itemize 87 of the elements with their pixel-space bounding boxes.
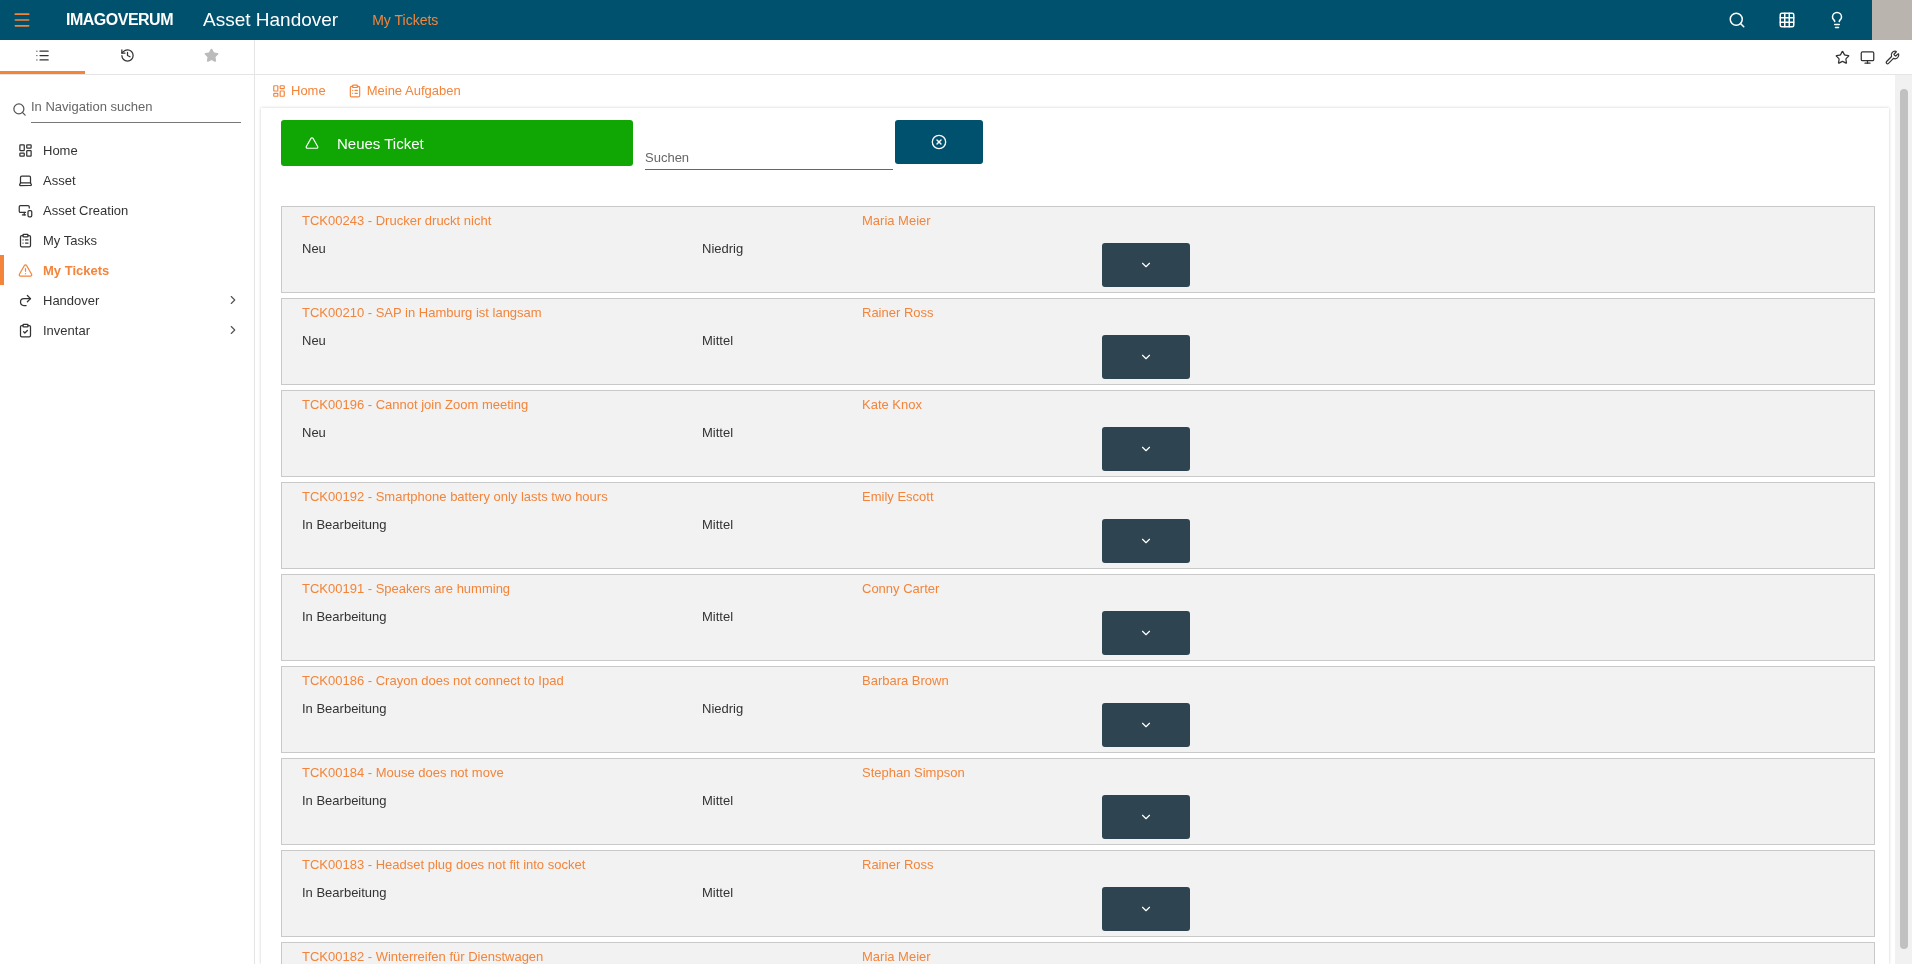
nav-item[interactable]: Asset Creation — [0, 195, 254, 225]
expand-button[interactable] — [1102, 795, 1190, 839]
clipboard-icon — [347, 83, 362, 98]
ticket-status: In Bearbeitung — [302, 700, 388, 716]
ticket-priority: Mittel — [702, 884, 735, 900]
redo-icon — [18, 292, 33, 308]
ticket-priority: Mittel — [702, 792, 735, 808]
menu-icon — [12, 10, 32, 30]
star-icon — [1835, 49, 1850, 65]
app-title: Asset Handover — [203, 9, 339, 31]
ticket-priority: Niedrig — [702, 240, 745, 256]
assignee-name[interactable]: Maria Meier — [862, 212, 1102, 228]
ticket-title[interactable]: TCK00210 - SAP in Hamburg ist langsam — [302, 304, 862, 320]
expand-button[interactable] — [1102, 887, 1190, 931]
nav-item[interactable]: Handover — [0, 285, 254, 315]
warning-icon — [18, 262, 33, 278]
monitor-button[interactable] — [1860, 49, 1875, 65]
nav-item[interactable]: My Tickets — [0, 255, 254, 285]
breadcrumb-link[interactable]: Home — [272, 83, 326, 98]
assignee-name[interactable]: Emily Escott — [862, 488, 1102, 504]
search-button[interactable] — [1728, 11, 1746, 29]
nav-item[interactable]: Home — [0, 135, 254, 165]
search-icon — [1728, 11, 1746, 29]
ticket-priority: Mittel — [702, 608, 735, 624]
expand-button[interactable] — [1102, 703, 1190, 747]
assignee-name[interactable]: Rainer Ross — [862, 856, 1102, 872]
grid-icon — [1778, 11, 1796, 29]
assignee-name[interactable]: Maria Meier — [862, 948, 1102, 964]
nav-item[interactable]: Inventar — [0, 315, 254, 345]
expand-button[interactable] — [1102, 243, 1190, 287]
star-icon — [204, 48, 220, 63]
expand-button[interactable] — [1102, 427, 1190, 471]
ticket-status: Neu — [302, 332, 327, 348]
ticket-status: Neu — [302, 240, 327, 256]
ticket-title[interactable]: TCK00183 - Headset plug does not fit into socket — [302, 856, 862, 872]
assignee-name[interactable]: Stephan Simpson — [862, 764, 1102, 780]
assignee-name[interactable]: Kate Knox — [862, 396, 1102, 412]
ticket-title[interactable]: TCK00243 - Drucker druckt nicht — [302, 212, 862, 228]
page-title: My Tickets — [372, 12, 439, 28]
clipboard-icon — [18, 232, 33, 248]
ticket-priority: Niedrig — [702, 700, 745, 716]
apps-button[interactable] — [1778, 11, 1796, 29]
monitor-icon — [18, 202, 33, 218]
monitor-icon — [1860, 49, 1875, 65]
expand-button[interactable] — [1102, 611, 1190, 655]
dashboard-icon — [18, 142, 33, 158]
assignee-name[interactable]: Rainer Ross — [862, 304, 1102, 320]
ticket-priority: Mittel — [702, 424, 735, 440]
ticket-priority: Mittel — [702, 332, 735, 348]
breadcrumb-label[interactable]: Meine Aufgaben — [366, 83, 461, 98]
ticket-status: In Bearbeitung — [302, 516, 388, 532]
ticket-priority: Mittel — [702, 516, 735, 532]
expand-button[interactable] — [1102, 519, 1190, 563]
breadcrumb-label[interactable]: Home — [291, 83, 326, 98]
clear-button[interactable] — [895, 120, 983, 164]
favorite-button[interactable] — [1835, 49, 1850, 65]
ticket-status: In Bearbeitung — [302, 792, 388, 808]
nav-item[interactable]: My Tasks — [0, 225, 254, 255]
history-icon — [119, 48, 135, 63]
expand-button[interactable] — [1102, 335, 1190, 379]
ticket-status: Neu — [302, 424, 327, 440]
ticket-title[interactable]: TCK00191 - Speakers are humming — [302, 580, 862, 596]
clipboard-check-icon — [18, 322, 33, 338]
dashboard-icon — [272, 83, 286, 98]
scrollbar[interactable] — [1895, 75, 1912, 964]
avatar-placeholder[interactable] — [1872, 0, 1912, 40]
menu-button[interactable] — [12, 10, 32, 30]
ticket-status: In Bearbeitung — [302, 884, 388, 900]
search-icon — [12, 101, 27, 117]
ticket-title[interactable]: TCK00192 - Smartphone battery only lasts two hours — [302, 488, 862, 504]
ticket-title[interactable]: TCK00196 - Cannot join Zoom meeting — [302, 396, 862, 412]
assignee-name[interactable]: Conny Carter — [862, 580, 1102, 596]
nav-item[interactable]: Asset — [0, 165, 254, 195]
assignee-name[interactable]: Barbara Brown — [862, 672, 1102, 688]
ticket-title[interactable]: TCK00184 - Mouse does not move — [302, 764, 862, 780]
settings-button[interactable] — [1885, 49, 1900, 65]
new-ticket-button[interactable]: Neues Ticket — [281, 120, 633, 166]
ticket-status: In Bearbeitung — [302, 608, 388, 624]
ticket-title[interactable]: TCK00186 - Crayon does not connect to Ipad — [302, 672, 862, 688]
logo: IMAGOVERUM — [66, 11, 173, 29]
breadcrumb-link[interactable]: Meine Aufgaben — [347, 83, 461, 98]
ticket-title[interactable]: TCK00182 - Winterreifen für Dienstwagen — [302, 948, 862, 964]
triangle-icon — [305, 136, 319, 150]
close-icon — [931, 134, 947, 150]
list-icon — [34, 48, 50, 63]
laptop-icon — [18, 172, 33, 188]
wrench-icon — [1885, 49, 1900, 65]
